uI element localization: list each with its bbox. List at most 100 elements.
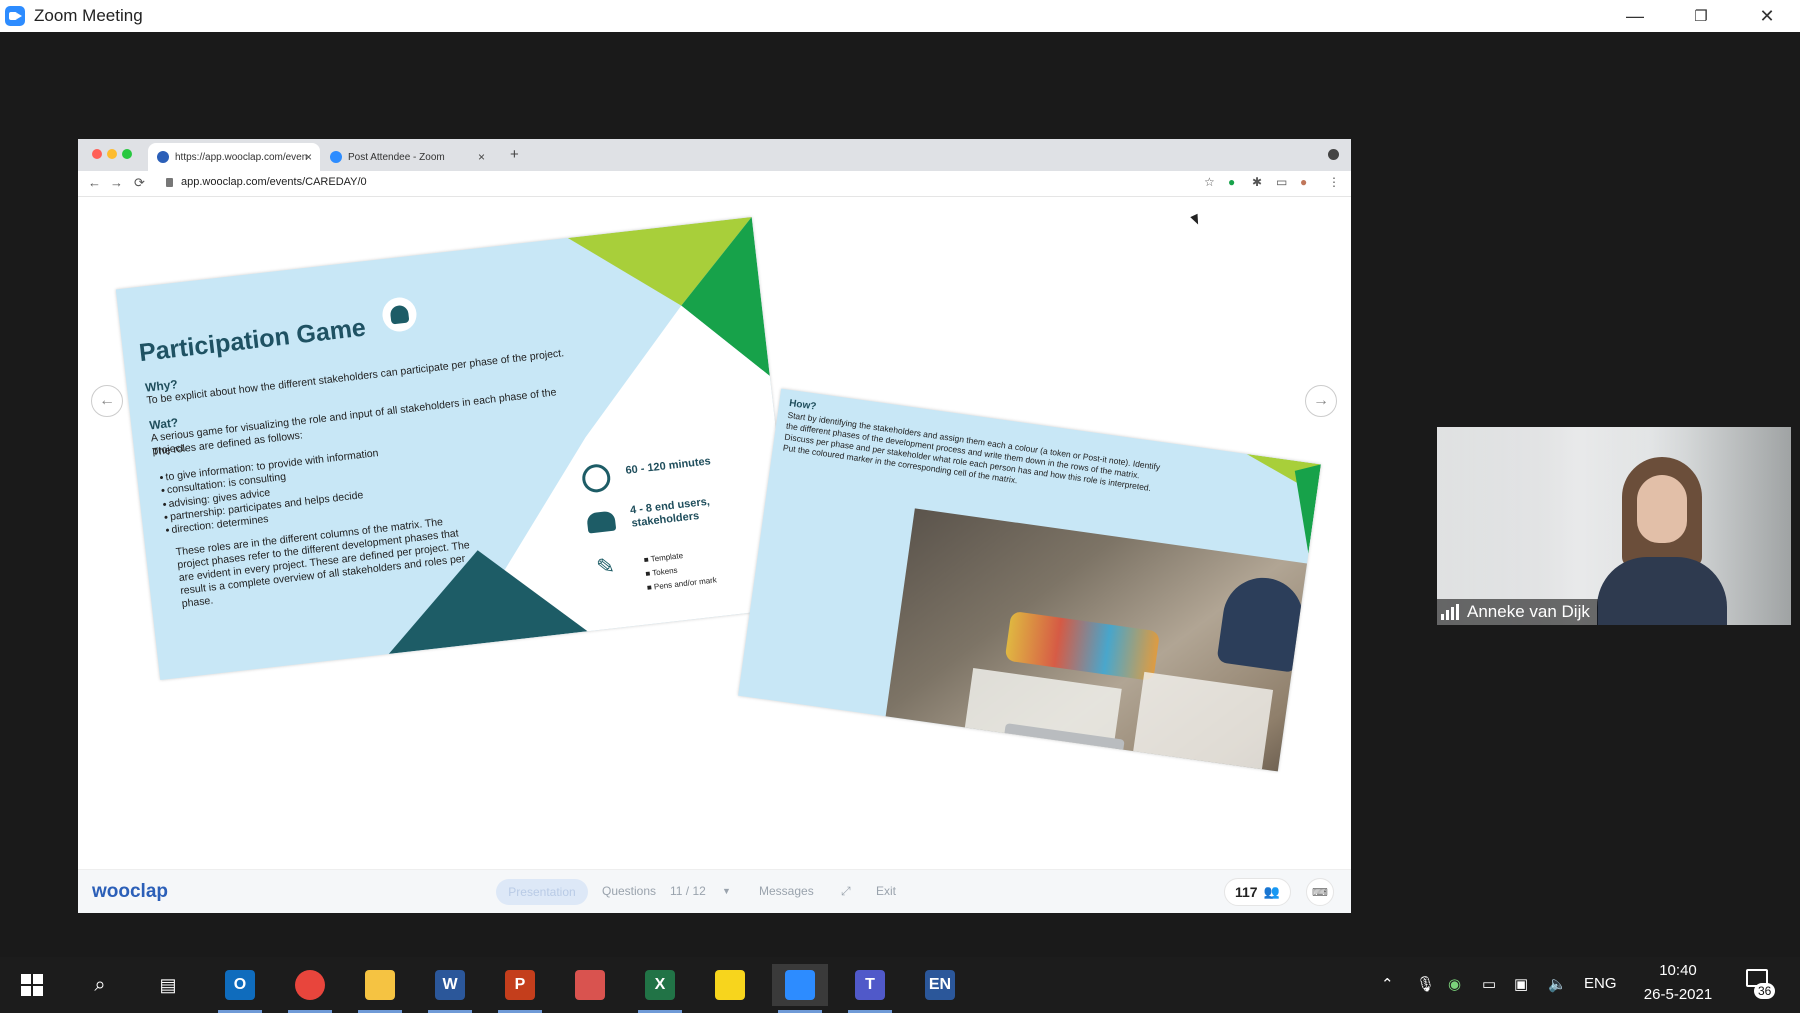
wooclap-favicon-icon xyxy=(157,151,169,163)
cast-icon[interactable]: ▭ xyxy=(1276,175,1287,189)
window-title: Zoom Meeting xyxy=(34,6,143,25)
participant-name-label: Anneke van Dijk xyxy=(1437,599,1598,625)
participant-name: Anneke van Dijk xyxy=(1467,602,1590,621)
chevron-up-icon[interactable]: ⌃ xyxy=(1381,975,1394,993)
taskbar-app-teams[interactable]: T xyxy=(842,964,898,1013)
forward-button[interactable]: → xyxy=(110,175,123,190)
sticky-notes-icon xyxy=(715,970,745,1000)
outlook-icon: O xyxy=(225,970,255,1000)
users-icon xyxy=(586,510,617,534)
restore-button[interactable]: ❐ xyxy=(1668,0,1734,32)
task-view-button[interactable]: ▤ xyxy=(140,964,196,1006)
tab-wooclap[interactable]: https://app.wooclap.com/even × xyxy=(148,143,320,171)
slide-how: How? Start by identifying the stakeholde… xyxy=(738,388,1321,772)
wrench-icon: ✎ xyxy=(594,552,617,580)
clock-time[interactable]: 10:40 xyxy=(1636,962,1720,979)
participant-body xyxy=(1597,557,1727,625)
browser-menu-icon[interactable]: ⋮ xyxy=(1328,175,1340,189)
wooclap-presentation: ← → Participation Game Why? To be explic… xyxy=(78,197,1351,869)
file-explorer-icon xyxy=(365,970,395,1000)
task-view-icon: ▤ xyxy=(159,974,177,995)
taskbar-app-snipping[interactable] xyxy=(562,964,618,1006)
lock-icon xyxy=(166,178,173,187)
arrow-right-icon: → xyxy=(1313,392,1329,409)
taskbar-app-powerpoint[interactable]: P xyxy=(492,964,548,1013)
participant-video[interactable]: Anneke van Dijk xyxy=(1437,427,1791,625)
notification-count: 36 xyxy=(1754,983,1776,999)
participant-count-value: 117 xyxy=(1235,884,1258,900)
tab-close-icon[interactable]: × xyxy=(478,150,485,164)
profile-avatar-icon[interactable]: ● xyxy=(1300,175,1307,189)
exit-button[interactable]: Exit xyxy=(876,884,896,898)
start-button[interactable] xyxy=(4,964,60,1006)
snipping-icon xyxy=(575,970,605,1000)
taskbar-app-outlook[interactable]: O xyxy=(212,964,268,1013)
previous-slide-button[interactable]: ← xyxy=(91,385,123,417)
search-icon: ⌕ xyxy=(94,973,106,996)
powerpoint-icon: P xyxy=(505,970,535,1000)
zoom-app-icon xyxy=(5,6,25,26)
window-titlebar: Zoom Meeting — ❐ ✕ xyxy=(0,0,1800,32)
questions-tab[interactable]: Questions xyxy=(602,884,656,898)
windows-taskbar: ⌕ ▤ O W P X T EN ⌃ 🎙 ◉ ▭ ▣ 🔈 ENG 10:40 26-5-2… xyxy=(0,957,1800,1013)
keyboard-icon[interactable]: ⌨ xyxy=(1306,878,1334,906)
taskbar-app-word[interactable]: W xyxy=(422,964,478,1013)
wooclap-toolbar: wooclap Presentation Questions 11 / 12 ▼… xyxy=(78,869,1351,913)
battery-icon[interactable]: ▭ xyxy=(1482,975,1496,993)
minimize-button[interactable]: — xyxy=(1602,0,1668,32)
taskbar-app-sticky-notes[interactable] xyxy=(702,964,758,1006)
chevron-down-icon[interactable]: ▼ xyxy=(722,886,731,896)
messages-tab[interactable]: Messages xyxy=(759,884,814,898)
users-icon: 👥 xyxy=(1263,884,1280,899)
tab-close-icon[interactable]: × xyxy=(305,150,312,164)
profile-menu-icon[interactable] xyxy=(1328,149,1339,160)
shared-screen: https://app.wooclap.com/even × Post Atte… xyxy=(78,139,1351,913)
next-slide-button[interactable]: → xyxy=(1305,385,1337,417)
wooclap-logo: wooclap xyxy=(92,881,169,902)
question-pagination[interactable]: 11 / 12 xyxy=(670,884,706,898)
slide-participation-game: Participation Game Why? To be explicit a… xyxy=(115,217,797,680)
participant-count[interactable]: 117 👥 xyxy=(1224,878,1291,906)
signal-strength-icon xyxy=(1441,604,1461,620)
taskbar-app-excel[interactable]: X xyxy=(632,964,688,1013)
meeting-stage: https://app.wooclap.com/even × Post Atte… xyxy=(0,32,1800,957)
traffic-zoom-icon[interactable] xyxy=(122,149,132,159)
teams-icon: T xyxy=(855,970,885,1000)
excel-icon: X xyxy=(645,970,675,1000)
clock-date[interactable]: 26-5-2021 xyxy=(1630,986,1726,1003)
windows-logo-icon xyxy=(21,974,43,996)
tab-zoom[interactable]: Post Attendee - Zoom × xyxy=(321,143,493,171)
browser-toolbar: ← → ⟳ app.wooclap.com/events/CAREDAY/0 ☆… xyxy=(78,171,1351,197)
taskbar-app-file-explorer[interactable] xyxy=(352,964,408,1013)
back-button[interactable]: ← xyxy=(88,175,101,190)
new-tab-button[interactable]: + xyxy=(510,146,519,163)
volume-icon[interactable]: 🔈 xyxy=(1548,975,1567,993)
language-indicator[interactable]: ENG xyxy=(1584,975,1617,992)
traffic-minimize-icon[interactable] xyxy=(107,149,117,159)
extension-grammarly-icon[interactable]: ● xyxy=(1228,175,1235,189)
microphone-icon[interactable]: 🎙 xyxy=(1416,975,1435,993)
word-icon: W xyxy=(435,970,465,1000)
participant-face xyxy=(1637,475,1687,543)
fullscreen-icon[interactable]: ⤢ xyxy=(841,884,851,899)
browser-tabstrip: https://app.wooclap.com/even × Post Atte… xyxy=(78,139,1351,171)
presentation-tab[interactable]: Presentation xyxy=(496,879,588,905)
extensions-puzzle-icon[interactable]: ✱ xyxy=(1252,175,1262,189)
notifications-button[interactable]: 36 xyxy=(1740,967,1780,1003)
reload-button[interactable]: ⟳ xyxy=(134,175,145,191)
address-bar[interactable]: app.wooclap.com/events/CAREDAY/0 xyxy=(181,176,367,188)
close-button[interactable]: ✕ xyxy=(1734,0,1800,32)
display-icon[interactable]: ▣ xyxy=(1514,975,1528,993)
zoom-icon xyxy=(785,970,815,1000)
search-button[interactable]: ⌕ xyxy=(72,964,128,1006)
network-icon[interactable]: ◉ xyxy=(1448,975,1461,993)
taskbar-app-zoom[interactable] xyxy=(772,964,828,1013)
taskbar-app-language[interactable]: EN xyxy=(912,964,968,1006)
traffic-close-icon[interactable] xyxy=(92,149,102,159)
tab-label: Post Attendee - Zoom xyxy=(348,151,445,163)
chrome-icon xyxy=(295,970,325,1000)
taskbar-app-chrome[interactable] xyxy=(282,964,338,1013)
language-icon: EN xyxy=(925,970,955,1000)
zoom-favicon-icon xyxy=(330,151,342,163)
bookmark-star-icon[interactable]: ☆ xyxy=(1204,175,1215,189)
